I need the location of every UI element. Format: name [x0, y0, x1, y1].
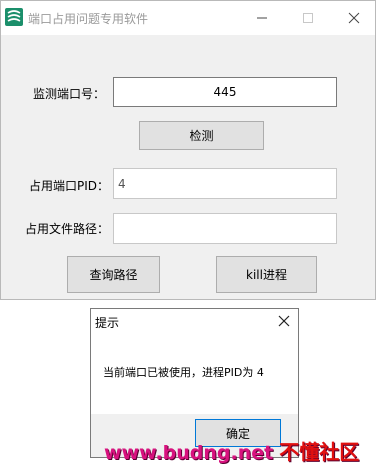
dialog-body: 当前端口已被使用，进程PID为 4	[91, 334, 298, 414]
window-title: 端口占用问题专用软件	[28, 12, 149, 26]
maximize-button[interactable]	[285, 1, 331, 35]
pid-input-value: 4	[118, 176, 126, 191]
minimize-button[interactable]	[239, 1, 285, 35]
pid-input[interactable]: 4	[113, 168, 337, 199]
path-label: 占用文件路径：	[25, 222, 110, 236]
port-input-value: 445	[213, 85, 237, 99]
title-bar[interactable]: 端口占用问题专用软件	[1, 1, 375, 35]
kill-process-button[interactable]: kill进程	[216, 256, 317, 293]
minimize-icon	[257, 17, 267, 19]
dialog-title: 提示	[95, 316, 120, 330]
port-input[interactable]: 445	[113, 77, 337, 107]
close-icon	[278, 315, 290, 327]
port-label: 监测端口号：	[33, 87, 106, 101]
dialog-close-button[interactable]	[276, 313, 292, 329]
detect-button[interactable]: 检测	[139, 121, 264, 150]
app-icon	[5, 8, 23, 26]
maximize-icon	[303, 13, 313, 23]
main-window: 端口占用问题专用软件 监测端口号： 445 检测 占用端口PID： 4 占用文件…	[0, 0, 376, 300]
watermark-name: 不懂社区	[279, 440, 360, 464]
dialog-title-bar[interactable]: 提示	[91, 309, 298, 334]
close-icon	[348, 12, 360, 24]
pid-label: 占用端口PID：	[29, 179, 110, 193]
query-path-button[interactable]: 查询路径	[67, 256, 160, 293]
watermark: www.budng.net 不懂社区	[104, 436, 359, 465]
close-button[interactable]	[331, 1, 377, 35]
watermark-url: www.budng.net	[104, 442, 274, 464]
path-input[interactable]	[113, 213, 337, 244]
dialog-message: 当前端口已被使用，进程PID为 4	[103, 366, 264, 379]
